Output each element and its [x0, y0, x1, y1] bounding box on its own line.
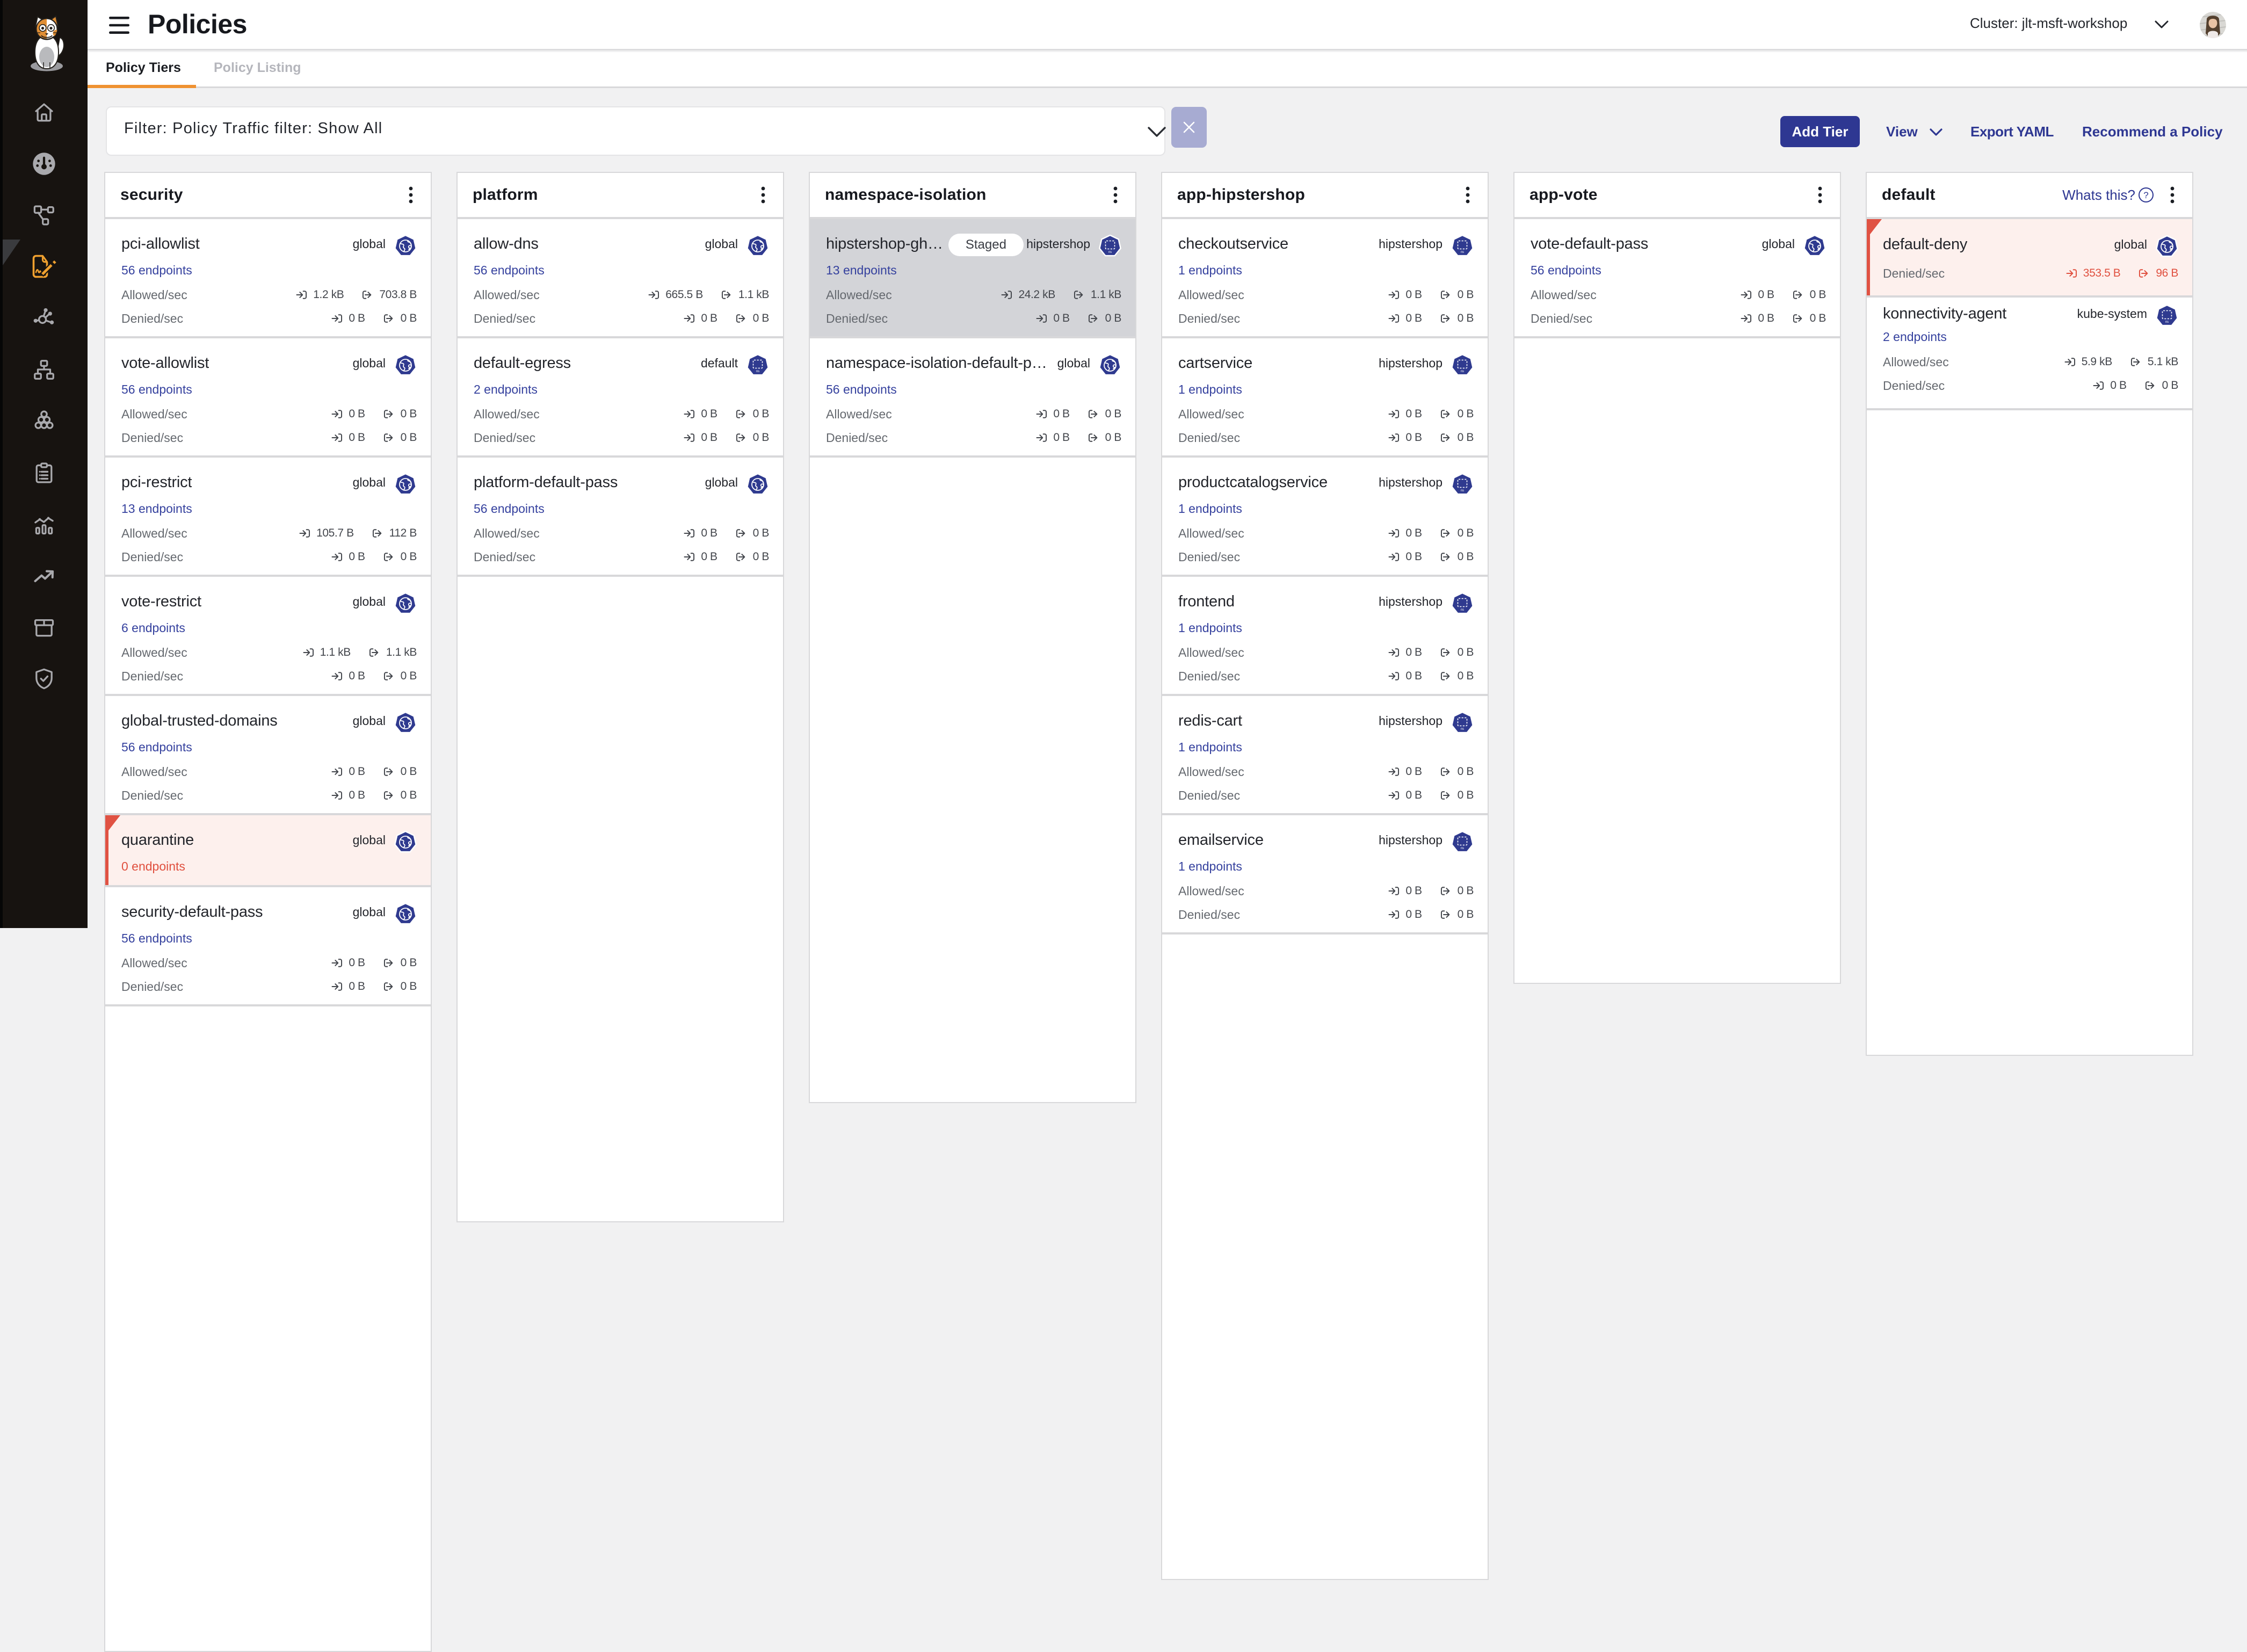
svg-text:ns: ns — [1461, 489, 1464, 492]
svg-text:ns: ns — [1108, 251, 1112, 254]
svg-text:ns: ns — [1461, 251, 1464, 254]
svg-text:ns: ns — [2165, 321, 2169, 324]
svg-text:ns: ns — [1461, 608, 1464, 612]
svg-text:ns: ns — [1461, 370, 1464, 373]
svg-text:ns: ns — [1461, 728, 1464, 731]
svg-text:ns: ns — [756, 370, 759, 373]
svg-text:?: ? — [2143, 190, 2148, 200]
svg-text:ns: ns — [1461, 847, 1464, 850]
